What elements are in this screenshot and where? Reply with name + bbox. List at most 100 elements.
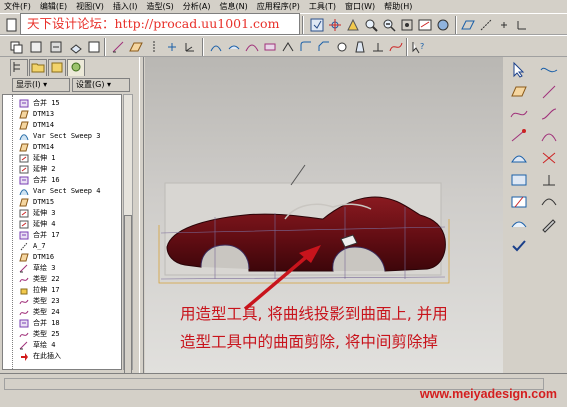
tree-item[interactable]: 延伸 1 <box>3 153 121 164</box>
merge-icon <box>19 319 29 328</box>
tree-scrollbar[interactable] <box>123 94 133 375</box>
extrude-tool-icon[interactable] <box>208 39 224 55</box>
rib-tool-icon[interactable] <box>370 39 386 55</box>
tree-item[interactable]: 类型 22 <box>3 274 121 285</box>
line-tool-icon[interactable] <box>539 83 559 101</box>
blend-tool-icon[interactable] <box>262 39 278 55</box>
menu-file[interactable]: 文件(F) <box>4 0 31 13</box>
menu-analysis[interactable]: 分析(A) <box>183 0 211 13</box>
regenerate-icon[interactable] <box>309 17 325 33</box>
spin-center-icon[interactable] <box>327 17 343 33</box>
revolve-tool-icon[interactable] <box>226 39 242 55</box>
menu-tools[interactable]: 工具(T) <box>309 0 336 13</box>
datum-planes-toggle-icon[interactable] <box>460 17 476 33</box>
select-arrow-icon[interactable] <box>509 61 529 79</box>
tree-item[interactable]: DTM16 <box>3 252 121 263</box>
point-tool-icon[interactable] <box>164 39 180 55</box>
tree-item[interactable]: DTM14 <box>3 120 121 131</box>
round-tool-icon[interactable] <box>298 39 314 55</box>
intersect-curve-icon[interactable] <box>539 149 559 167</box>
arc-tool-icon[interactable] <box>539 127 559 145</box>
shell-tool-icon[interactable] <box>280 39 296 55</box>
style-plane-icon[interactable] <box>509 83 529 101</box>
layer-icon[interactable] <box>68 39 84 55</box>
menu-view[interactable]: 视图(V) <box>76 0 104 13</box>
edit-curve-icon[interactable] <box>509 127 529 145</box>
tree-item[interactable]: 在此插入 <box>3 351 121 362</box>
panel-splitter[interactable] <box>139 57 144 373</box>
new-file-icon[interactable] <box>4 17 20 33</box>
tree-item[interactable]: DTM15 <box>3 197 121 208</box>
offset-curve-icon[interactable] <box>539 193 559 211</box>
hole-tool-icon[interactable] <box>334 39 350 55</box>
copy-icon[interactable] <box>8 39 24 55</box>
refit-icon[interactable] <box>399 17 415 33</box>
tree-item[interactable]: 合并 18 <box>3 318 121 329</box>
tree-scrollbar-thumb[interactable] <box>124 215 132 375</box>
surface-edit-icon[interactable] <box>509 215 529 233</box>
tree-item[interactable]: 类型 24 <box>3 307 121 318</box>
tree-item[interactable]: 类型 23 <box>3 296 121 307</box>
tree-item[interactable]: DTM14 <box>3 142 121 153</box>
style-curve-icon[interactable] <box>509 105 529 123</box>
surface-trim-icon[interactable] <box>509 193 529 211</box>
sketch-tool-icon[interactable] <box>110 39 126 55</box>
datum-axes-toggle-icon[interactable] <box>478 17 494 33</box>
tab-connections[interactable] <box>67 59 85 76</box>
sweep-tool-icon[interactable] <box>244 39 260 55</box>
menu-window[interactable]: 窗口(W) <box>345 0 375 13</box>
paste-special-icon[interactable] <box>48 39 64 55</box>
orient-icon[interactable] <box>345 17 361 33</box>
plane-tool-icon[interactable] <box>128 39 144 55</box>
tab-model-tree[interactable] <box>10 59 28 76</box>
menu-edit[interactable]: 编辑(E) <box>40 0 67 13</box>
shading-icon[interactable] <box>435 17 451 33</box>
surface-icon[interactable] <box>509 149 529 167</box>
settings-dropdown[interactable]: 设置(G) ▾ <box>72 78 130 92</box>
zoom-in-icon[interactable] <box>363 17 379 33</box>
surface-connect-icon[interactable] <box>509 171 529 189</box>
tree-item[interactable]: 延伸 3 <box>3 208 121 219</box>
menu-help[interactable]: 帮助(H) <box>384 0 412 13</box>
tree-item[interactable]: 合并 16 <box>3 175 121 186</box>
forum-banner: 天下设计论坛：http://procad.uu1001.com <box>20 13 300 35</box>
relations-icon[interactable] <box>86 39 102 55</box>
done-check-icon[interactable] <box>509 237 529 255</box>
paste-icon[interactable] <box>28 39 44 55</box>
tree-item[interactable]: 草绘 3 <box>3 263 121 274</box>
project-curve-icon[interactable] <box>539 171 559 189</box>
tree-item[interactable]: 合并 17 <box>3 230 121 241</box>
axis-tool-icon[interactable] <box>146 39 162 55</box>
tree-item[interactable]: A_7 <box>3 241 121 252</box>
csys-tool-icon[interactable] <box>182 39 198 55</box>
style-icon <box>19 299 29 305</box>
curve-wave-icon[interactable] <box>539 61 559 79</box>
menu-insert[interactable]: 插入(I) <box>113 0 138 13</box>
datum-points-toggle-icon[interactable] <box>496 17 512 33</box>
tree-item[interactable]: DTM13 <box>3 109 121 120</box>
pen-tool-icon[interactable] <box>539 215 559 233</box>
tree-item[interactable]: 合并 15 <box>3 98 121 109</box>
zoom-out-icon[interactable] <box>381 17 397 33</box>
tree-item[interactable]: 延伸 2 <box>3 164 121 175</box>
tab-favorites[interactable] <box>48 59 66 76</box>
tab-folder-browser[interactable] <box>29 59 47 76</box>
menu-applications[interactable]: 应用程序(P) <box>257 0 300 13</box>
coordinate-system-icon[interactable] <box>514 17 530 33</box>
spline-tool-icon[interactable] <box>539 105 559 123</box>
style-tool-icon[interactable] <box>388 39 404 55</box>
panel-tabs <box>0 57 140 77</box>
show-dropdown[interactable]: 显示(I) ▾ <box>12 78 70 92</box>
menu-info[interactable]: 信息(N) <box>220 0 248 13</box>
chamfer-tool-icon[interactable] <box>316 39 332 55</box>
tree-item[interactable]: Var Sect Sweep 3 <box>3 131 121 142</box>
repaint-icon[interactable] <box>417 17 433 33</box>
tree-item[interactable]: 延伸 4 <box>3 219 121 230</box>
tree-item[interactable]: 拉伸 17 <box>3 285 121 296</box>
context-help-icon[interactable]: ? <box>410 39 426 55</box>
tree-item[interactable]: 草绘 4 <box>3 340 121 351</box>
tree-item[interactable]: Var Sect Sweep 4 <box>3 186 121 197</box>
tree-item[interactable]: 类型 25 <box>3 329 121 340</box>
menu-style[interactable]: 造型(S) <box>146 0 173 13</box>
draft-tool-icon[interactable] <box>352 39 368 55</box>
